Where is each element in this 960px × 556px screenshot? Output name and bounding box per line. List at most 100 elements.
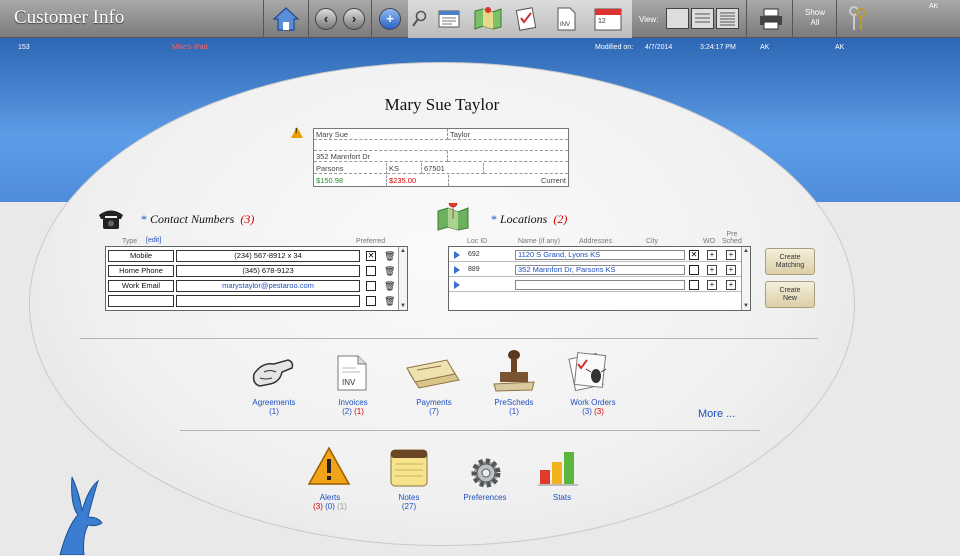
money-icon[interactable] bbox=[405, 358, 463, 394]
trash-icon[interactable]: 🗑 bbox=[384, 266, 395, 276]
contact-type-field[interactable]: Work Email bbox=[108, 280, 174, 292]
first-name-field[interactable]: Mary Sue bbox=[314, 129, 448, 140]
address-line1-field[interactable] bbox=[314, 140, 568, 151]
create-new-button[interactable]: Create New bbox=[765, 281, 815, 308]
invoices-label: Invoices bbox=[338, 398, 368, 407]
stats-module[interactable]: Stats bbox=[517, 493, 607, 502]
printer-icon bbox=[760, 8, 782, 30]
trash-icon[interactable]: 🗑 bbox=[384, 251, 395, 261]
add-work-order-icon[interactable]: + bbox=[707, 280, 717, 290]
trash-icon[interactable]: 🗑 bbox=[384, 296, 395, 306]
add-work-order-icon[interactable]: + bbox=[707, 250, 717, 260]
back-button[interactable]: ‹ bbox=[314, 4, 338, 34]
contact-value-field[interactable]: (345) 678-9123 bbox=[176, 265, 360, 277]
more-link[interactable]: More ... bbox=[698, 408, 735, 420]
warning-icon[interactable] bbox=[291, 127, 303, 138]
view-label: View: bbox=[639, 15, 659, 24]
preferred-checkbox[interactable] bbox=[366, 296, 376, 306]
add-presched-icon[interactable]: + bbox=[726, 250, 736, 260]
contact-value-field[interactable]: marystaylor@pestaroo.com bbox=[176, 280, 360, 292]
home-button[interactable] bbox=[271, 4, 301, 34]
scroll-down-icon[interactable]: ▼ bbox=[400, 303, 406, 309]
plus-icon: + bbox=[379, 8, 401, 30]
work-orders-toolbar-button[interactable] bbox=[511, 4, 541, 34]
telephone-icon bbox=[99, 210, 123, 229]
type-column-header: Type bbox=[122, 238, 138, 245]
view-mode-table-button[interactable] bbox=[716, 8, 739, 29]
gear-icon[interactable] bbox=[467, 454, 505, 492]
handshake-icon[interactable] bbox=[250, 354, 296, 392]
add-record-button[interactable]: + bbox=[378, 4, 402, 34]
preferred-checkbox[interactable]: ✕ bbox=[366, 251, 376, 261]
scroll-down-icon[interactable]: ▼ bbox=[743, 303, 749, 309]
last-name-field[interactable]: Taylor bbox=[448, 129, 568, 140]
add-work-order-icon[interactable]: + bbox=[707, 265, 717, 275]
divider bbox=[180, 430, 760, 431]
contact-type-field[interactable]: Home Phone bbox=[108, 265, 174, 277]
map-button[interactable] bbox=[472, 4, 504, 34]
contact-numbers-title: * Contact Numbers (3) bbox=[141, 212, 254, 227]
location-id: 692 bbox=[468, 251, 480, 258]
invoice-module-icon[interactable]: INV bbox=[334, 354, 370, 392]
city-field[interactable]: Parsons bbox=[314, 163, 387, 174]
work-orders-module[interactable]: Work Orders (3) (3) bbox=[548, 398, 638, 416]
location-id: 889 bbox=[468, 266, 480, 273]
play-icon[interactable] bbox=[454, 281, 460, 289]
play-icon[interactable] bbox=[454, 251, 460, 259]
toolbar-divider bbox=[263, 0, 264, 38]
invoices-module[interactable]: Invoices (2) (1) bbox=[308, 398, 398, 416]
location-address-field[interactable]: 1120 S Grand, Lyons KS bbox=[515, 250, 685, 260]
address-extra-field[interactable] bbox=[448, 151, 568, 162]
address-line2-field[interactable]: 352 Mannfort Dr bbox=[314, 151, 448, 162]
scroll-up-icon[interactable]: ▲ bbox=[743, 248, 749, 254]
prescheds-module[interactable]: PreScheds (1) bbox=[469, 398, 559, 416]
print-button[interactable] bbox=[756, 4, 786, 34]
contact-type-field[interactable]: Mobile bbox=[108, 250, 174, 262]
location-checkbox[interactable]: ✕ bbox=[689, 250, 699, 260]
create-matching-button[interactable]: Create Matching bbox=[765, 248, 815, 275]
alerts-label: Alerts bbox=[319, 493, 341, 502]
stamp-icon[interactable] bbox=[492, 348, 536, 392]
contact-value-field[interactable] bbox=[176, 295, 360, 307]
forward-button[interactable]: › bbox=[342, 4, 366, 34]
record-id: 153 bbox=[18, 44, 30, 51]
rabbit-logo bbox=[59, 476, 103, 555]
contact-count: (3) bbox=[240, 212, 255, 226]
location-checkbox[interactable] bbox=[689, 280, 699, 290]
locations-scrollbar[interactable]: ▲ ▼ bbox=[741, 247, 750, 310]
location-checkbox[interactable] bbox=[689, 265, 699, 275]
add-presched-icon[interactable]: + bbox=[726, 265, 736, 275]
stats-label: Stats bbox=[552, 493, 572, 502]
location-address-field[interactable]: 352 Mannfort Dr, Parsons KS bbox=[515, 265, 685, 275]
location-address-field[interactable] bbox=[515, 280, 685, 290]
state-field[interactable]: KS bbox=[387, 163, 422, 174]
zip-extra-field[interactable] bbox=[484, 163, 568, 174]
calendar-button[interactable]: 12 bbox=[592, 4, 624, 34]
customer-list-button[interactable] bbox=[434, 4, 464, 34]
preferred-checkbox[interactable] bbox=[366, 266, 376, 276]
contact-type-field[interactable] bbox=[108, 295, 174, 307]
notepad-icon[interactable] bbox=[387, 446, 431, 490]
contact-value-field[interactable]: (234) 567-8912 x 34 bbox=[176, 250, 360, 262]
play-icon[interactable] bbox=[454, 266, 460, 274]
zip-field[interactable]: 67501 bbox=[422, 163, 484, 174]
alert-icon[interactable] bbox=[307, 446, 351, 488]
alerts-module[interactable]: Alerts (3) (0) (1) bbox=[285, 493, 375, 511]
show-all-button[interactable]: Show All bbox=[797, 8, 833, 28]
preferred-checkbox[interactable] bbox=[366, 281, 376, 291]
agreements-module[interactable]: Agreements (1) bbox=[229, 398, 319, 416]
keys-button[interactable] bbox=[844, 4, 870, 34]
pre-sched-column-header: Pre Sched bbox=[722, 231, 742, 245]
search-button[interactable] bbox=[410, 4, 428, 34]
add-presched-icon[interactable]: + bbox=[726, 280, 736, 290]
work-order-bug-icon[interactable] bbox=[566, 350, 612, 392]
contacts-scrollbar[interactable]: ▲ ▼ bbox=[398, 247, 407, 310]
edit-types-link[interactable]: [edit] bbox=[146, 237, 161, 244]
view-mode-single-button[interactable] bbox=[666, 8, 689, 29]
scroll-up-icon[interactable]: ▲ bbox=[400, 248, 406, 254]
trash-icon[interactable]: 🗑 bbox=[384, 281, 395, 291]
bar-chart-icon[interactable] bbox=[538, 448, 584, 488]
view-mode-list-button[interactable] bbox=[691, 8, 714, 29]
invoice-toolbar-button[interactable]: INV bbox=[553, 4, 579, 34]
payments-module[interactable]: Payments (7) bbox=[389, 398, 479, 416]
